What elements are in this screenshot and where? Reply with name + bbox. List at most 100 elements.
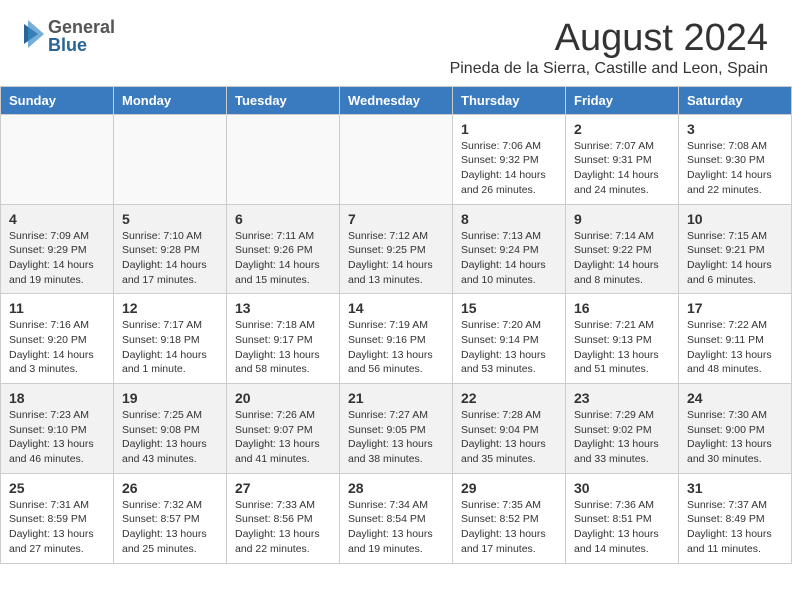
calendar-cell: 27Sunrise: 7:33 AM Sunset: 8:56 PM Dayli… xyxy=(227,473,340,563)
day-number: 8 xyxy=(461,211,557,227)
generalblue-chevron-icon xyxy=(24,20,44,48)
day-number: 23 xyxy=(574,390,670,406)
logo: General Blue xyxy=(24,18,115,54)
calendar-cell: 1 Sunrise: 7:06 AM Sunset: 9:32 PM Daylig… xyxy=(453,114,566,204)
calendar-cell: 19 Sunrise: 7:25 AM Sunset: 9:08 PM Dayli… xyxy=(114,384,227,474)
calendar-cell xyxy=(114,114,227,204)
day-number: 25 xyxy=(9,480,105,496)
day-number: 31 xyxy=(687,480,783,496)
day-number: 15 xyxy=(461,300,557,316)
day-info: Sunrise: 7:29 AM Sunset: 9:02 PM Dayligh… xyxy=(574,408,670,467)
calendar-cell: 6 Sunrise: 7:11 AM Sunset: 9:26 PM Daylig… xyxy=(227,204,340,294)
calendar-cell: 29 Sunrise: 7:35 AM Sunset: 8:52 PM Dayli… xyxy=(453,473,566,563)
day-number: 3 xyxy=(687,121,783,137)
calendar-table: SundayMondayTuesdayWednesdayThursdayFrid… xyxy=(0,86,792,564)
day-info: Sunrise: 7:31 AM Sunset: 8:59 PM Dayligh… xyxy=(9,498,105,557)
day-info: Sunrise: 7:18 AM Sunset: 9:17 PM Dayligh… xyxy=(235,318,331,377)
day-number: 1 xyxy=(461,121,557,137)
calendar-cell: 15 Sunrise: 7:20 AM Sunset: 9:14 PM Dayli… xyxy=(453,294,566,384)
logo-icon-wrapper xyxy=(24,20,44,53)
calendar-cell: 23 Sunrise: 7:29 AM Sunset: 9:02 PM Dayli… xyxy=(566,384,679,474)
col-header-friday: Friday xyxy=(566,86,679,114)
calendar-cell: 20 Sunrise: 7:26 AM Sunset: 9:07 PM Dayli… xyxy=(227,384,340,474)
day-info: Sunrise: 7:14 AM Sunset: 9:22 PM Dayligh… xyxy=(574,229,670,288)
calendar-cell: 17Sunrise: 7:22 AM Sunset: 9:11 PM Dayli… xyxy=(679,294,792,384)
day-number: 21 xyxy=(348,390,444,406)
col-header-wednesday: Wednesday xyxy=(340,86,453,114)
day-info: Sunrise: 7:13 AM Sunset: 9:24 PM Dayligh… xyxy=(461,229,557,288)
logo-blue-label: Blue xyxy=(48,36,115,54)
day-number: 26 xyxy=(122,480,218,496)
logo-general-label: General xyxy=(48,18,115,36)
day-info: Sunrise: 7:06 AM Sunset: 9:32 PM Dayligh… xyxy=(461,139,557,198)
day-info: Sunrise: 7:25 AM Sunset: 9:08 PM Dayligh… xyxy=(122,408,218,467)
calendar-cell: 7Sunrise: 7:12 AM Sunset: 9:25 PM Daylig… xyxy=(340,204,453,294)
day-number: 11 xyxy=(9,300,105,316)
day-number: 22 xyxy=(461,390,557,406)
calendar-week-4: 18 Sunrise: 7:23 AM Sunset: 9:10 PM Dayli… xyxy=(1,384,792,474)
day-number: 2 xyxy=(574,121,670,137)
day-info: Sunrise: 7:32 AM Sunset: 8:57 PM Dayligh… xyxy=(122,498,218,557)
day-info: Sunrise: 7:15 AM Sunset: 9:21 PM Dayligh… xyxy=(687,229,783,288)
day-number: 5 xyxy=(122,211,218,227)
calendar-week-2: 4Sunrise: 7:09 AM Sunset: 9:29 PM Daylig… xyxy=(1,204,792,294)
day-number: 12 xyxy=(122,300,218,316)
calendar-cell: 18 Sunrise: 7:23 AM Sunset: 9:10 PM Dayli… xyxy=(1,384,114,474)
location-subtitle: Pineda de la Sierra, Castille and Leon, … xyxy=(450,60,768,78)
day-number: 29 xyxy=(461,480,557,496)
day-info: Sunrise: 7:23 AM Sunset: 9:10 PM Dayligh… xyxy=(9,408,105,467)
calendar-week-5: 25 Sunrise: 7:31 AM Sunset: 8:59 PM Dayli… xyxy=(1,473,792,563)
day-info: Sunrise: 7:08 AM Sunset: 9:30 PM Dayligh… xyxy=(687,139,783,198)
page-header: General Blue August 2024 Pineda de la Si… xyxy=(0,0,792,86)
day-number: 24 xyxy=(687,390,783,406)
day-number: 14 xyxy=(348,300,444,316)
col-header-tuesday: Tuesday xyxy=(227,86,340,114)
day-number: 7 xyxy=(348,211,444,227)
calendar-cell: 26 Sunrise: 7:32 AM Sunset: 8:57 PM Dayli… xyxy=(114,473,227,563)
day-number: 17 xyxy=(687,300,783,316)
day-info: Sunrise: 7:17 AM Sunset: 9:18 PM Dayligh… xyxy=(122,318,218,377)
day-number: 20 xyxy=(235,390,331,406)
calendar-cell: 31 Sunrise: 7:37 AM Sunset: 8:49 PM Dayli… xyxy=(679,473,792,563)
day-info: Sunrise: 7:35 AM Sunset: 8:52 PM Dayligh… xyxy=(461,498,557,557)
calendar-cell: 2 Sunrise: 7:07 AM Sunset: 9:31 PM Daylig… xyxy=(566,114,679,204)
calendar-cell: 21Sunrise: 7:27 AM Sunset: 9:05 PM Dayli… xyxy=(340,384,453,474)
day-info: Sunrise: 7:26 AM Sunset: 9:07 PM Dayligh… xyxy=(235,408,331,467)
month-year-title: August 2024 xyxy=(450,18,768,60)
day-info: Sunrise: 7:20 AM Sunset: 9:14 PM Dayligh… xyxy=(461,318,557,377)
day-info: Sunrise: 7:16 AM Sunset: 9:20 PM Dayligh… xyxy=(9,318,105,377)
title-block: August 2024 Pineda de la Sierra, Castill… xyxy=(450,18,768,78)
day-info: Sunrise: 7:36 AM Sunset: 8:51 PM Dayligh… xyxy=(574,498,670,557)
day-info: Sunrise: 7:34 AM Sunset: 8:54 PM Dayligh… xyxy=(348,498,444,557)
col-header-monday: Monday xyxy=(114,86,227,114)
day-info: Sunrise: 7:11 AM Sunset: 9:26 PM Dayligh… xyxy=(235,229,331,288)
calendar-cell: 30Sunrise: 7:36 AM Sunset: 8:51 PM Dayli… xyxy=(566,473,679,563)
day-info: Sunrise: 7:10 AM Sunset: 9:28 PM Dayligh… xyxy=(122,229,218,288)
day-info: Sunrise: 7:19 AM Sunset: 9:16 PM Dayligh… xyxy=(348,318,444,377)
calendar-cell: 22Sunrise: 7:28 AM Sunset: 9:04 PM Dayli… xyxy=(453,384,566,474)
day-info: Sunrise: 7:37 AM Sunset: 8:49 PM Dayligh… xyxy=(687,498,783,557)
day-info: Sunrise: 7:33 AM Sunset: 8:56 PM Dayligh… xyxy=(235,498,331,557)
calendar-cell xyxy=(1,114,114,204)
calendar-header-row: SundayMondayTuesdayWednesdayThursdayFrid… xyxy=(1,86,792,114)
calendar-cell: 5 Sunrise: 7:10 AM Sunset: 9:28 PM Daylig… xyxy=(114,204,227,294)
calendar-cell: 9 Sunrise: 7:14 AM Sunset: 9:22 PM Daylig… xyxy=(566,204,679,294)
day-info: Sunrise: 7:21 AM Sunset: 9:13 PM Dayligh… xyxy=(574,318,670,377)
day-number: 6 xyxy=(235,211,331,227)
calendar-cell: 12 Sunrise: 7:17 AM Sunset: 9:18 PM Dayli… xyxy=(114,294,227,384)
calendar-cell: 28Sunrise: 7:34 AM Sunset: 8:54 PM Dayli… xyxy=(340,473,453,563)
day-number: 16 xyxy=(574,300,670,316)
day-number: 4 xyxy=(9,211,105,227)
day-number: 18 xyxy=(9,390,105,406)
calendar-cell: 16 Sunrise: 7:21 AM Sunset: 9:13 PM Dayli… xyxy=(566,294,679,384)
calendar-cell xyxy=(340,114,453,204)
day-number: 9 xyxy=(574,211,670,227)
calendar-cell: 14 Sunrise: 7:19 AM Sunset: 9:16 PM Dayli… xyxy=(340,294,453,384)
calendar-week-3: 11 Sunrise: 7:16 AM Sunset: 9:20 PM Dayli… xyxy=(1,294,792,384)
day-number: 19 xyxy=(122,390,218,406)
day-info: Sunrise: 7:30 AM Sunset: 9:00 PM Dayligh… xyxy=(687,408,783,467)
day-info: Sunrise: 7:07 AM Sunset: 9:31 PM Dayligh… xyxy=(574,139,670,198)
calendar-cell: 24 Sunrise: 7:30 AM Sunset: 9:00 PM Dayli… xyxy=(679,384,792,474)
logo-container: General Blue xyxy=(24,18,115,54)
calendar-cell: 13Sunrise: 7:18 AM Sunset: 9:17 PM Dayli… xyxy=(227,294,340,384)
